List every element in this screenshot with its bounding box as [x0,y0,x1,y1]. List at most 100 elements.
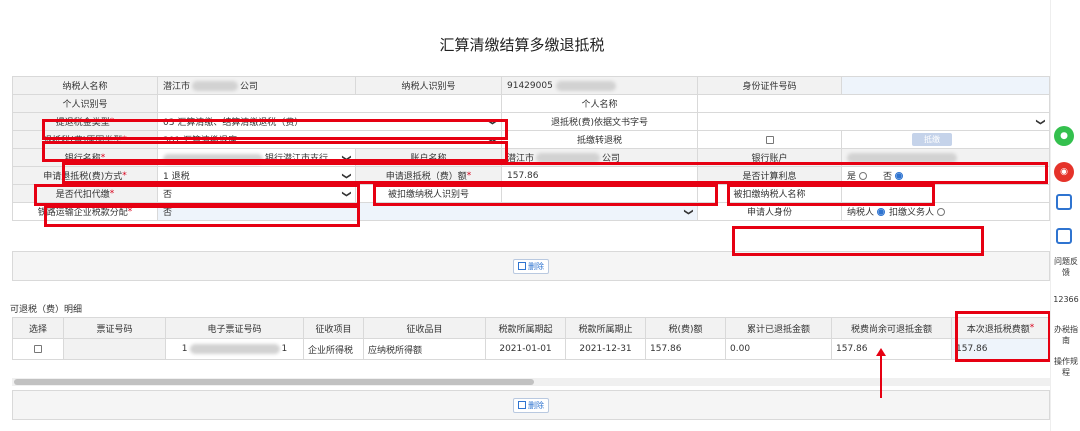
required-mark: * [466,170,472,181]
personal-id-input[interactable] [158,95,502,112]
wechat-icon[interactable]: ● [1054,126,1074,146]
redacted-blur [536,152,601,163]
applicant-opt2-label: 扣缴义务人 [889,208,935,218]
col-header-this-refund: 本次退抵税费额 * [952,318,1050,338]
account-name-prefix: 潜江市 [507,154,535,164]
interest-yes-label: 是 [847,172,857,182]
app-icon[interactable] [1056,194,1072,210]
trash-icon [518,262,526,270]
interest-no-label: 否 [883,172,893,182]
detail-section-title: 可退税（费）明细 [10,305,83,315]
taxpayer-id-label: 纳税人识别号 [356,77,502,94]
personal-name-input[interactable] [698,95,1050,112]
rail-value: 否 [163,208,173,218]
chevron-down-icon: ❯ [341,189,352,198]
required-mark: * [122,134,127,145]
hotline-text: 12366 [1053,295,1079,304]
apply-amount-input[interactable]: 157.86 [502,167,698,184]
taxpayer-name-label: 纳税人名称 [12,77,158,94]
reason-type-select[interactable]: 301 汇算清缴退库 ❯ [158,131,502,148]
col-header: 征收品目 [364,318,486,338]
this-refund-input[interactable]: 157.86 [952,339,1050,359]
required-mark: * [109,188,115,199]
chevron-down-icon: ❯ [341,171,352,180]
delete-button[interactable]: 删除 [513,258,549,274]
refund-type-label: 提退税金类型 * [12,113,158,130]
required-mark: * [122,170,127,181]
withheld-name-label: 被扣缴纳税人名称 [698,185,842,202]
required-mark: * [1029,323,1035,333]
refund-type-select[interactable]: 03 汇算清缴、结算清缴退税（费） ❯ [158,113,502,130]
col-header-text: 本次退抵税费额 [966,324,1030,335]
weibo-icon[interactable]: ◉ [1054,162,1074,182]
basis-doc-select[interactable]: ❯ [698,113,1050,130]
item-cell: 企业所得税 [304,339,364,359]
ticket-no-cell [64,339,166,359]
guide-link[interactable]: 办税指南 [1052,324,1080,346]
form-row-apply: 申请退抵税(费)方式 * 1 退税 ❯ 申请退抵税（费）额 * 157.86 是否计… [12,167,1050,185]
form-row-personal: 个人识别号 个人名称 [12,95,1050,113]
app-icon[interactable] [1056,228,1072,244]
form-row-rail: 铁路运输企业税款分配 * 否 ❯ 申请人身份 纳税人 扣缴义务人 [12,203,1050,221]
col-header: 选择 [12,318,64,338]
id-doc-input[interactable] [842,77,1050,94]
col-header: 票证号码 [64,318,166,338]
account-name-value: 潜江市 公司 [502,149,698,166]
delete-button-label: 删除 [528,261,544,271]
account-name-suffix: 公司 [602,154,621,164]
applicant-agent-radio[interactable] [937,207,946,216]
horizontal-scrollbar[interactable] [12,378,1050,386]
refund-type-label-text: 提退税金类型 [55,118,110,128]
apply-method-value: 1 退税 [163,172,190,182]
col-header: 税款所属期止 [566,318,646,338]
bank-name-select[interactable]: 银行潜江市支行 ❯ [158,149,356,166]
form-row-withhold: 是否代扣代缴 * 否 ❯ 被扣缴纳税人识别号 被扣缴纳税人名称 [12,185,1050,203]
feedback-link[interactable]: 问题反馈 [1052,256,1080,278]
apply-method-label: 申请退抵税(费)方式 * [12,167,158,184]
offset-checkbox[interactable] [765,135,774,144]
col-header: 税款所属期起 [486,318,566,338]
offset-label: 抵缴转退税 [502,131,698,148]
eticket-prefix: 1 [181,344,188,354]
withhold-select[interactable]: 否 ❯ [158,185,356,202]
withhold-value: 否 [163,190,173,200]
applicant-opt1-label: 纳税人 [847,208,875,218]
detail-delete-button[interactable]: 删除 [513,397,549,413]
redacted-blur [192,80,239,91]
form-row-reason: 退抵税(费)原因类型 * 301 汇算清缴退库 ❯ 抵缴转退税 抵缴 [12,131,1050,149]
detail-delete-label: 删除 [528,400,544,410]
taxpayer-id-value: 91429005 [502,77,698,94]
interest-no-radio[interactable] [895,171,904,180]
withheld-id-input[interactable] [502,185,698,202]
eticket-no-cell: 1 1 [166,339,304,359]
offset-button[interactable]: 抵缴 [912,133,952,146]
rules-link[interactable]: 操作规程 [1052,356,1080,378]
required-mark: * [127,206,133,217]
refund-form: 纳税人名称 潜江市 公司 纳税人识别号 91429005 身份证件号码 个人识别… [12,76,1050,221]
basis-doc-label: 退抵税(费)依据文书字号 [502,113,698,130]
scrollbar-thumb[interactable] [14,379,534,385]
rail-select[interactable]: 否 ❯ [158,203,698,220]
offset-button-cell: 抵缴 [842,131,1050,148]
row-select-cell [12,339,64,359]
redacted-blur [847,152,957,163]
col-header: 征收项目 [304,318,364,338]
period-end-cell: 2021-12-31 [566,339,646,359]
rail-label-text: 铁路运输企业税款分配 [37,208,128,218]
applicant-taxpayer-radio[interactable] [877,207,886,216]
chevron-down-icon: ❯ [1035,117,1046,126]
chevron-down-icon: ❯ [683,207,694,216]
apply-method-select[interactable]: 1 退税 ❯ [158,167,356,184]
id-doc-label: 身份证件号码 [698,77,842,94]
form-row-taxpayer: 纳税人名称 潜江市 公司 纳税人识别号 91429005 身份证件号码 [12,77,1050,95]
account-name-label: 账户名称 [356,149,502,166]
col-header: 累计已退抵金额 [726,318,832,338]
withheld-id-label: 被扣缴纳税人识别号 [356,185,502,202]
row-select-checkbox[interactable] [34,345,42,353]
tax-amount-cell: 157.86 [646,339,726,359]
withheld-name-input[interactable] [842,185,1050,202]
interest-yes-radio[interactable] [859,171,868,180]
required-mark: * [109,116,115,127]
table-row: 1 1 企业所得税 应纳税所得额 2021-01-01 2021-12-31 1… [12,339,1050,360]
page-title: 汇算清缴结算多缴退抵税 [439,36,605,54]
